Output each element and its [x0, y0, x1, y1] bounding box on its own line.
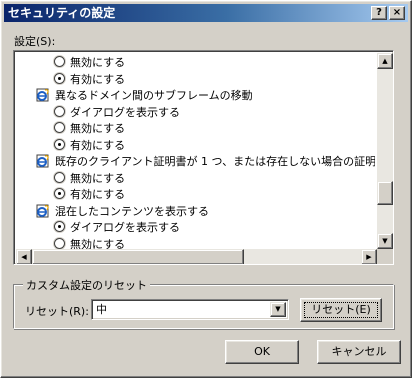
scrollbar-corner — [377, 249, 393, 264]
setting-category: 混在したコンテンツを表示する — [36, 204, 209, 220]
ie-settings-icon — [36, 88, 49, 102]
radio-icon[interactable] — [54, 171, 65, 183]
radio-icon[interactable] — [54, 237, 65, 249]
setting-option[interactable]: 有効にする — [54, 187, 125, 203]
setting-category: 異なるドメイン間のサブフレームの移動 — [36, 88, 253, 104]
radio-icon[interactable] — [54, 122, 65, 133]
setting-option-label: ダイアログを表示する — [70, 221, 180, 234]
settings-label: 設定(S): — [14, 35, 56, 48]
settings-list[interactable]: 無効にする 有効にする 異なるドメイン間のサブフレームの移動 ダイアログを表示する 無効… — [13, 50, 394, 265]
window-title: セキュリティの設定 — [8, 6, 116, 20]
setting-option-label: 無効にする — [70, 237, 126, 250]
close-button[interactable]: × — [389, 6, 405, 20]
ie-settings-icon — [36, 154, 49, 168]
reset-level-select[interactable]: 中 ▼ — [91, 299, 289, 320]
scroll-left-button[interactable]: ◀ — [16, 249, 32, 264]
cancel-button[interactable]: キャンセル — [317, 340, 401, 364]
horizontal-scroll-thumb[interactable] — [32, 249, 244, 264]
radio-selected-icon[interactable] — [54, 72, 65, 84]
chevron-down-icon: ▼ — [275, 305, 281, 313]
horizontal-scrollbar[interactable]: ◀ ▶ — [16, 249, 377, 264]
radio-icon[interactable] — [54, 105, 65, 117]
setting-option-label: 無効にする — [70, 56, 126, 69]
radio-selected-icon[interactable] — [54, 221, 65, 232]
setting-option-label: 無効にする — [70, 171, 126, 185]
focus-rectangle — [304, 302, 378, 318]
setting-option-label: 有効にする — [70, 188, 126, 201]
ok-button-label: OK — [254, 345, 270, 358]
setting-option-label: 無効にする — [70, 122, 126, 135]
ok-button[interactable]: OK — [225, 340, 299, 364]
radio-icon[interactable] — [54, 56, 65, 67]
setting-option-label: ダイアログを表示する — [70, 105, 180, 119]
title-bar[interactable]: セキュリティの設定 — [4, 4, 408, 22]
ie-settings-icon — [36, 204, 49, 217]
security-settings-dialog: セキュリティの設定 ? × 設定(S): 無効にする 有効にする 異なるドメイン間の… — [0, 0, 412, 378]
setting-category-label: 既存のクライアント証明書が 1 つ、または存在しない場合の証明書の — [55, 155, 375, 168]
help-button[interactable]: ? — [371, 6, 387, 20]
settings-list-content: 無効にする 有効にする 異なるドメイン間のサブフレームの移動 ダイアログを表示する 無効… — [16, 53, 375, 249]
setting-option[interactable]: ダイアログを表示する — [54, 105, 180, 121]
arrow-right-icon: ▶ — [366, 253, 372, 261]
vertical-scroll-thumb[interactable] — [377, 181, 393, 205]
arrow-up-icon: ▲ — [382, 57, 388, 65]
radio-selected-icon[interactable] — [54, 188, 65, 199]
setting-category-label: 異なるドメイン間のサブフレームの移動 — [55, 89, 253, 102]
setting-option[interactable]: 無効にする — [54, 171, 125, 187]
reset-button[interactable]: リセット(E) — [300, 298, 382, 322]
setting-category: 既存のクライアント証明書が 1 つ、または存在しない場合の証明書の — [36, 154, 375, 170]
scroll-right-button[interactable]: ▶ — [361, 249, 377, 264]
scroll-down-button[interactable]: ▼ — [377, 233, 393, 249]
custom-reset-group-title: カスタム設定のリセット — [23, 277, 150, 293]
setting-option-label: 有効にする — [70, 72, 126, 86]
reset-level-value: 中 — [96, 303, 107, 316]
close-icon: × — [392, 7, 402, 18]
radio-selected-icon[interactable] — [54, 138, 65, 150]
reset-level-label: リセット(R): — [25, 305, 89, 318]
arrow-down-icon: ▼ — [382, 237, 388, 245]
setting-option-label: 有効にする — [70, 138, 126, 152]
setting-option[interactable]: 無効にする — [54, 55, 125, 71]
setting-option[interactable]: 無効にする — [54, 237, 126, 250]
dropdown-button[interactable]: ▼ — [270, 302, 286, 317]
setting-option[interactable]: 有効にする — [54, 138, 125, 154]
help-icon: ? — [376, 7, 382, 18]
scroll-up-button[interactable]: ▲ — [377, 53, 393, 69]
setting-option[interactable]: 無効にする — [54, 121, 125, 137]
vertical-scrollbar[interactable]: ▲ ▼ — [377, 53, 393, 249]
arrow-left-icon: ◀ — [21, 253, 27, 261]
setting-category-label: 混在したコンテンツを表示する — [55, 204, 209, 218]
cancel-button-label: キャンセル — [331, 345, 387, 358]
setting-option[interactable]: 有効にする — [54, 72, 125, 88]
setting-option[interactable]: ダイアログを表示する — [54, 220, 180, 236]
